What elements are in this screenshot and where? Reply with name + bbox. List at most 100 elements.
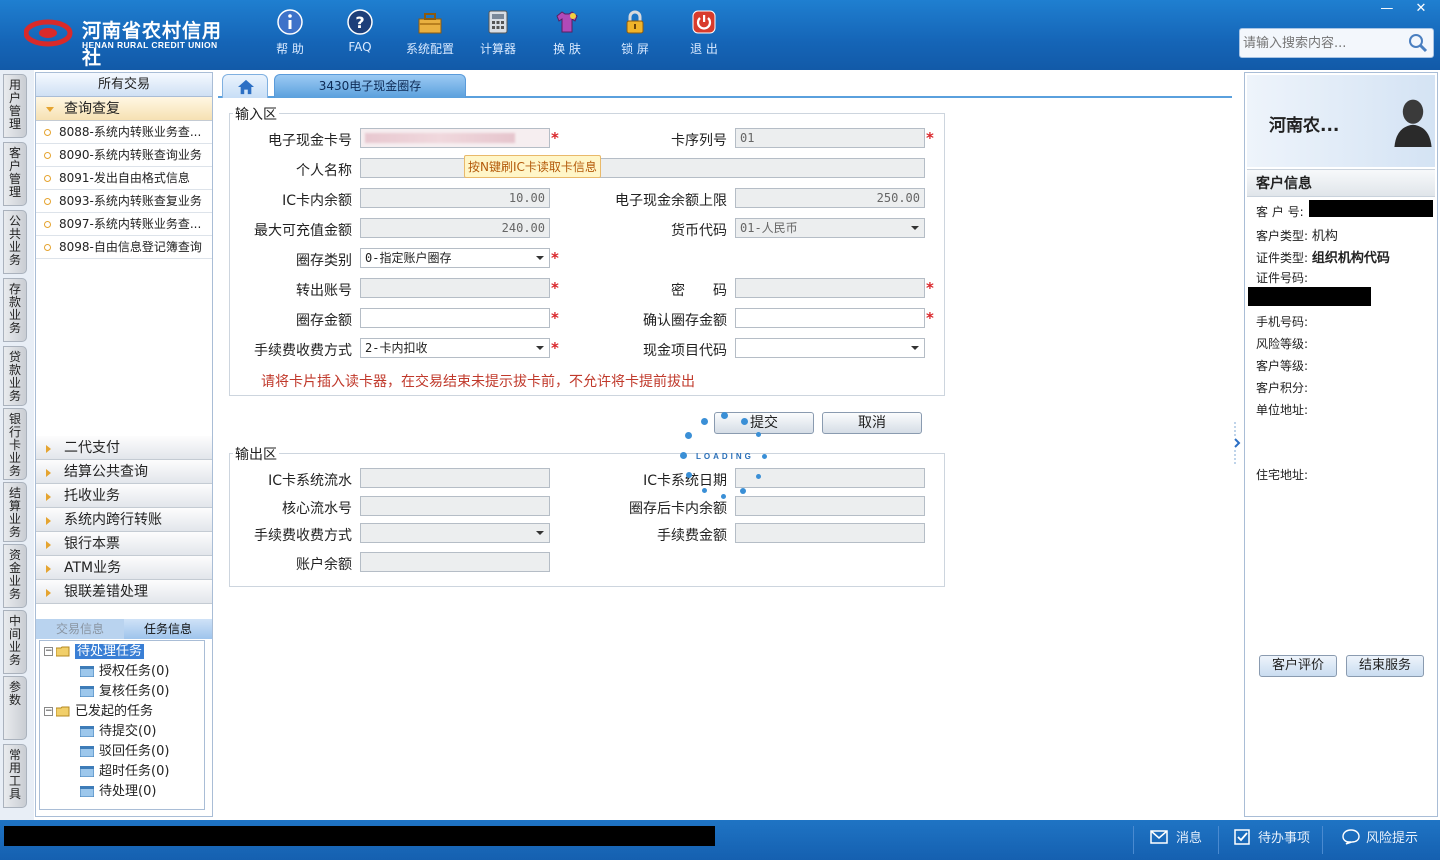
cust-type-row: 客户类型: 机构 <box>1256 225 1338 244</box>
tab-transaction-info[interactable]: 交易信息 <box>36 619 124 639</box>
tab-common-tools[interactable]: 常用工具 <box>3 744 27 808</box>
tab-user-management[interactable]: 用户管理 <box>3 74 27 138</box>
skin-button[interactable]: 换 肤 <box>537 8 597 60</box>
lock-screen-button[interactable]: 锁 屏 <box>605 8 665 60</box>
confirm-amount-input[interactable] <box>735 308 925 328</box>
settings-button[interactable]: 系统配置 <box>400 8 460 60</box>
search-input[interactable] <box>1243 33 1403 53</box>
nav-group-label: 查询查复 <box>64 101 120 117</box>
folder-open-icon <box>56 646 70 657</box>
required-mark: * <box>551 309 559 327</box>
nav-item-8097[interactable]: 8097-系统内转账业务查... <box>36 213 212 236</box>
messages-button[interactable]: 消息 <box>1150 828 1202 850</box>
blurred-card-number <box>365 133 515 143</box>
max-load-input[interactable]: 240.00 <box>360 218 550 238</box>
end-service-button[interactable]: 结束服务 <box>1346 655 1424 677</box>
out-fee-method-label: 手续费收费方式 <box>254 528 352 544</box>
nav-group-atm[interactable]: ATM业务 <box>36 556 212 580</box>
tree-node-to-process[interactable]: 待处理(0) <box>80 782 156 801</box>
collapse-toggle-icon[interactable]: − <box>44 647 53 656</box>
tab-customer-management[interactable]: 客户管理 <box>3 142 27 206</box>
customer-panel: 河南农... 客户信息 客 户 号: 客户类型: 机构 证件类型: 组织机构代码… <box>1244 72 1438 817</box>
tree-node-label: 授权任务(0) <box>99 664 170 679</box>
tab-home[interactable] <box>222 74 268 98</box>
tab-fund-business[interactable]: 资金业务 <box>3 544 27 608</box>
task-list-icon <box>80 766 94 777</box>
cash-item-select[interactable] <box>735 338 925 358</box>
divider <box>1133 826 1134 854</box>
tree-node-to-submit[interactable]: 待提交(0) <box>80 722 156 741</box>
currency-select[interactable]: 01-人民币 <box>735 218 925 238</box>
collapse-arrow-icon <box>46 565 51 573</box>
nav-group-settlement-query[interactable]: 结算公共查询 <box>36 460 212 484</box>
tree-node-pending[interactable]: − 待处理任务 <box>44 642 145 661</box>
collapse-toggle-icon[interactable]: − <box>44 707 53 716</box>
tab-intermediary-business[interactable]: 中间业务 <box>3 610 27 674</box>
tab-ecash-load[interactable]: 3430电子现金圈存 <box>274 74 466 98</box>
search-icon[interactable] <box>1407 32 1429 54</box>
tab-deposit-business[interactable]: 存款业务 <box>3 278 27 342</box>
tree-node-initiated[interactable]: − 已发起的任务 <box>44 702 153 721</box>
close-button[interactable]: ✕ <box>1406 0 1436 18</box>
nav-group-interbank-transfer[interactable]: 系统内跨行转账 <box>36 508 212 532</box>
tree-node-timeout[interactable]: 超时任务(0) <box>80 762 169 781</box>
spinner-dot <box>686 472 692 478</box>
collapse-arrow-icon <box>46 589 51 597</box>
task-tree: − 待处理任务 授权任务(0) 复核任务(0) − 已发起的任务 待提交(0) 驳回… <box>39 640 205 810</box>
nav-group-label: 结算公共查询 <box>64 464 148 480</box>
tab-loan-business[interactable]: 贷款业务 <box>3 346 27 406</box>
chevron-right-icon <box>1234 422 1241 464</box>
nav-item-8091[interactable]: 8091-发出自由格式信息 <box>36 167 212 190</box>
tab-task-info[interactable]: 任务信息 <box>124 619 212 639</box>
nav-item-8093[interactable]: 8093-系统内转账查复业务 <box>36 190 212 213</box>
cancel-button[interactable]: 取消 <box>822 412 922 434</box>
todo-button[interactable]: 待办事项 <box>1234 828 1310 850</box>
tab-bank-card-business[interactable]: 银行卡业务 <box>3 408 27 480</box>
nav-group-unionpay-error[interactable]: 银联差错处理 <box>36 580 212 604</box>
exit-button[interactable]: 退 出 <box>674 8 734 60</box>
load-type-select[interactable]: 0-指定账户圈存 <box>360 248 550 268</box>
tab-public-business[interactable]: 公共业务 <box>3 210 27 274</box>
name-input[interactable] <box>360 158 925 178</box>
ic-balance-input[interactable]: 10.00 <box>360 188 550 208</box>
panel-splitter-handle[interactable] <box>1232 420 1242 466</box>
tree-node-rejected[interactable]: 驳回任务(0) <box>80 742 169 761</box>
nav-group-label: ATM业务 <box>64 560 122 576</box>
collapse-arrow-icon <box>46 517 51 525</box>
fee-method-select[interactable]: 2-卡内扣收 <box>360 338 550 358</box>
nav-item-8098[interactable]: 8098-自由信息登记簿查询 <box>36 236 212 259</box>
card-seq-input[interactable]: 01 <box>735 128 925 148</box>
task-panel: 交易信息 任务信息 − 待处理任务 授权任务(0) 复核任务(0) − 已发起的任务… <box>36 619 212 816</box>
load-amount-input[interactable] <box>360 308 550 328</box>
output-area-legend: 输出区 <box>233 444 279 464</box>
nav-item-label: 8097-系统内转账业务查... <box>59 217 202 231</box>
customer-evaluation-button[interactable]: 客户评价 <box>1259 655 1337 677</box>
password-input[interactable] <box>735 278 925 298</box>
card-no-input[interactable] <box>360 128 550 148</box>
nav-group-second-gen-payment[interactable]: 二代支付 <box>36 436 212 460</box>
minimize-button[interactable]: — <box>1372 0 1402 18</box>
nav-group-collection[interactable]: 托收业务 <box>36 484 212 508</box>
risk-alert-button[interactable]: 风险提示 <box>1342 828 1418 850</box>
calculator-button[interactable]: 计算器 <box>468 8 528 60</box>
tree-node-review-tasks[interactable]: 复核任务(0) <box>80 682 169 701</box>
folder-open-icon <box>56 706 70 717</box>
tree-node-auth-tasks[interactable]: 授权任务(0) <box>80 662 169 681</box>
left-module-tabs: 用户管理 客户管理 公共业务 存款业务 贷款业务 银行卡业务 结算业务 资金业务… <box>0 70 34 820</box>
nav-item-8090[interactable]: 8090-系统内转账查询业务 <box>36 144 212 167</box>
account-balance-label: 账户余额 <box>296 557 352 573</box>
out-account-input[interactable] <box>360 278 550 298</box>
faq-label: FAQ <box>348 40 372 54</box>
tab-settlement-business[interactable]: 结算业务 <box>3 482 27 542</box>
nav-item-8088[interactable]: 8088-系统内转账业务查... <box>36 121 212 144</box>
help-button[interactable]: 帮 助 <box>260 8 320 60</box>
core-serial-label: 核心流水号 <box>282 501 352 517</box>
tab-parameters[interactable]: 参数 <box>3 676 27 740</box>
question-icon: ? <box>347 9 373 35</box>
nav-group-bank-draft[interactable]: 银行本票 <box>36 532 212 556</box>
ecash-limit-input[interactable]: 250.00 <box>735 188 925 208</box>
nav-group-query[interactable]: 查询查复 <box>36 97 212 121</box>
info-icon <box>277 9 303 35</box>
spinner-dot <box>680 452 687 459</box>
faq-button[interactable]: ? FAQ <box>330 8 390 60</box>
